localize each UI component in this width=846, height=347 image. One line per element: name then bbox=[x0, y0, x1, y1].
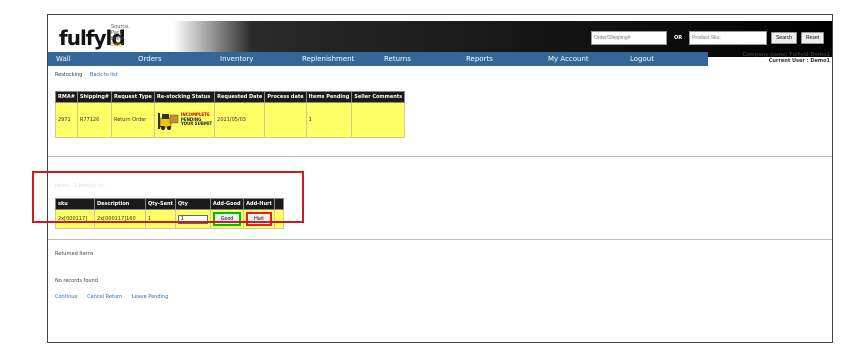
restocking-status: INCOMPLETE PENDING YOUR SUBMIT bbox=[153, 102, 216, 138]
col-request-type: Request Type bbox=[110, 91, 155, 103]
process-date bbox=[264, 102, 307, 138]
breadcrumb-current: Restocking bbox=[55, 72, 83, 78]
back-to-list-link[interactable]: Back to list bbox=[90, 72, 118, 78]
logo-tagline: Source. Pack. Fulfill. Easy. bbox=[111, 24, 130, 48]
nav-reports[interactable]: Reports bbox=[458, 52, 540, 66]
status-text: INCOMPLETE PENDING YOUR SUBMIT bbox=[181, 113, 212, 127]
rma-table-header: RMA# Shipping# Request Type Re-stocking … bbox=[55, 91, 406, 103]
nav-my-account[interactable]: My Account bbox=[540, 52, 622, 66]
returned-items-label: Returned Items bbox=[55, 251, 94, 257]
nav-replenishment[interactable]: Replenishment bbox=[294, 52, 376, 66]
search-button[interactable]: Search bbox=[771, 32, 797, 44]
table-row: 2971 R77126 Return Order INCOMPLETE PEND… bbox=[55, 102, 406, 138]
col-process-date: Process date bbox=[264, 91, 307, 103]
status-line-3: YOUR SUBMIT bbox=[180, 121, 213, 127]
cancel-return-link[interactable]: Cancel Return bbox=[87, 294, 122, 300]
seller-comments bbox=[351, 102, 406, 138]
order-search-input[interactable] bbox=[590, 31, 667, 45]
continue-link[interactable]: Continue bbox=[55, 294, 77, 300]
or-label: OR bbox=[673, 35, 683, 41]
col-items-pending: Items Pending bbox=[305, 91, 353, 103]
highlight-box bbox=[32, 171, 304, 223]
company-info: Company name: Fulfyld Demo1 Current User… bbox=[708, 52, 832, 64]
shipping-number: R77126 bbox=[76, 102, 112, 138]
leave-pending-link[interactable]: Leave Pending bbox=[132, 294, 168, 300]
tagline-easy: Easy. bbox=[111, 42, 124, 48]
sku-search-input[interactable] bbox=[689, 31, 768, 45]
col-shipping: Shipping# bbox=[76, 91, 112, 103]
divider bbox=[48, 239, 832, 240]
requested-date: 2021/05/03 bbox=[214, 102, 266, 138]
rma-table: RMA# Shipping# Request Type Re-stocking … bbox=[55, 91, 406, 138]
nav-wall[interactable]: Wall bbox=[48, 52, 130, 66]
reset-button[interactable]: Reset bbox=[800, 32, 824, 44]
search-area: OR Search Reset bbox=[590, 31, 824, 45]
divider bbox=[48, 156, 832, 157]
current-user: Current User : Demo1 bbox=[768, 58, 830, 64]
no-records-message: No records found bbox=[55, 278, 98, 284]
action-links: Continue Cancel Return Leave Pending bbox=[55, 294, 176, 300]
col-restocking-status: Re-stocking Status bbox=[153, 91, 216, 103]
items-pending: 1 bbox=[305, 102, 353, 138]
main-nav: Wall Orders Inventory Replenishment Retu… bbox=[48, 52, 708, 66]
col-rma: RMA# bbox=[55, 91, 78, 103]
nav-inventory[interactable]: Inventory bbox=[212, 52, 294, 66]
col-seller-comments: Seller Comments bbox=[351, 91, 406, 103]
request-type: Return Order bbox=[110, 102, 155, 138]
nav-returns[interactable]: Returns bbox=[376, 52, 458, 66]
breadcrumb: Restocking Back to list bbox=[55, 72, 118, 78]
rma-number: 2971 bbox=[55, 102, 78, 138]
col-requested-date: Requested Date bbox=[214, 91, 266, 103]
nav-logout[interactable]: Logout bbox=[622, 52, 704, 66]
forklift-icon bbox=[157, 113, 179, 130]
nav-orders[interactable]: Orders bbox=[130, 52, 212, 66]
